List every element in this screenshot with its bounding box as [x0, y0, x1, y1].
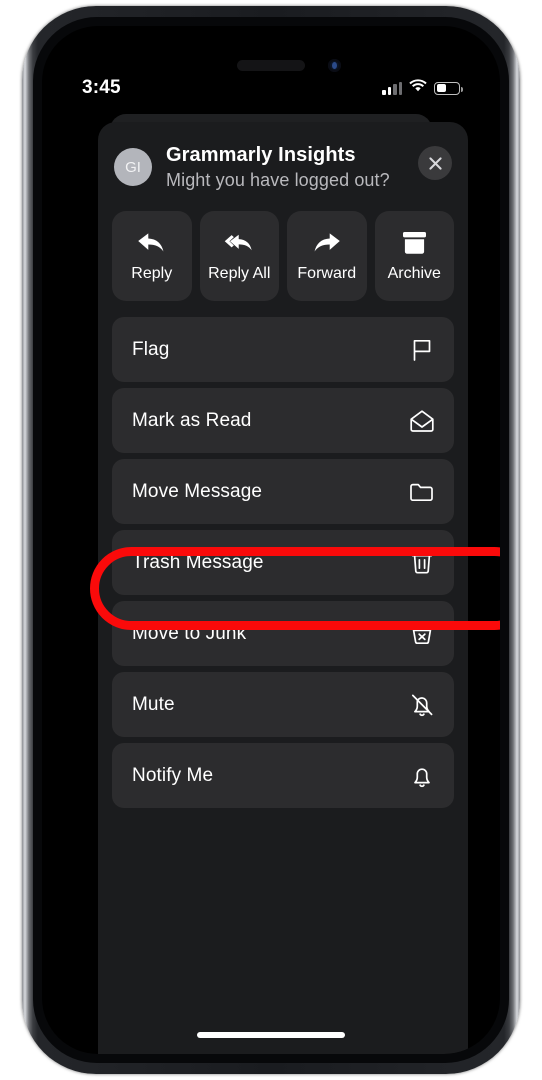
phone-screen: 3:45 GI Grammarly Insights Might you hav…: [42, 26, 500, 1054]
phone-device-frame: 3:45 GI Grammarly Insights Might you hav…: [22, 6, 520, 1074]
reply-all-button-label: Reply All: [208, 265, 271, 282]
forward-button-label: Forward: [297, 265, 357, 282]
open-envelope-icon: [410, 409, 434, 432]
wifi-icon: [409, 79, 427, 97]
reply-button-label: Reply: [131, 265, 173, 282]
message-header: GI Grammarly Insights Might you have log…: [98, 122, 468, 191]
front-camera-icon: [328, 59, 341, 72]
trash-can-icon: [411, 552, 433, 574]
junk-bin-x-icon: [410, 625, 434, 644]
bell-slash-icon: [411, 694, 433, 716]
archive-button[interactable]: Archive: [374, 211, 454, 301]
menu-item-flag-label: Flag: [132, 338, 170, 360]
forward-button[interactable]: Forward: [287, 211, 367, 301]
home-indicator[interactable]: [197, 1032, 345, 1038]
close-icon: [428, 156, 442, 170]
status-time: 3:45: [82, 77, 121, 98]
archive-button-label: Archive: [387, 265, 441, 282]
bell-icon: [414, 767, 430, 787]
dynamic-island: [237, 60, 305, 71]
cellular-signal-icon: [382, 81, 402, 95]
quick-actions-row: Reply Reply All Forward Archive: [98, 191, 468, 301]
menu-item-notify-me[interactable]: Notify Me: [112, 743, 454, 808]
menu-item-trash-message-label: Trash Message: [132, 551, 264, 573]
sender-block: Grammarly Insights Might you have logged…: [166, 144, 418, 191]
status-bar: 3:45: [42, 72, 500, 104]
message-preview-text: Might you have logged out?: [166, 170, 390, 190]
sender-name: Grammarly Insights: [166, 144, 356, 166]
menu-item-move-to-junk-label: Move to Junk: [132, 622, 247, 644]
avatar: GI: [114, 148, 152, 186]
phone-bezel: 3:45 GI Grammarly Insights Might you hav…: [33, 17, 509, 1063]
reply-all-button[interactable]: Reply All: [199, 211, 279, 301]
battery-icon: [434, 81, 463, 95]
flag-icon: [413, 339, 431, 361]
menu-item-move-message[interactable]: Move Message: [112, 459, 454, 524]
menu-item-notify-me-label: Notify Me: [132, 764, 214, 786]
menu-item-move-message-label: Move Message: [132, 480, 263, 502]
reply-arrow-icon: [138, 233, 164, 252]
close-button[interactable]: [418, 146, 452, 180]
menu-item-mark-as-read[interactable]: Mark as Read: [112, 388, 454, 453]
forward-arrow-icon: [314, 233, 341, 252]
menu-item-trash-message[interactable]: Trash Message: [112, 530, 454, 595]
menu-item-move-to-junk[interactable]: Move to Junk: [112, 601, 454, 666]
reply-button[interactable]: Reply: [112, 211, 192, 301]
context-menu-sheet: GI Grammarly Insights Might you have log…: [98, 122, 468, 1054]
reply-all-arrow-icon: [224, 234, 252, 251]
status-icons: [382, 79, 463, 97]
folder-icon: [410, 483, 433, 501]
archive-box-icon: [402, 232, 426, 254]
menu-item-mark-as-read-label: Mark as Read: [132, 409, 252, 431]
menu-item-mute[interactable]: Mute: [112, 672, 454, 737]
menu-item-mute-label: Mute: [132, 693, 175, 715]
menu-list: Flag Mark as Read Move Message Trash Mes…: [98, 301, 468, 808]
menu-item-flag[interactable]: Flag: [112, 317, 454, 382]
